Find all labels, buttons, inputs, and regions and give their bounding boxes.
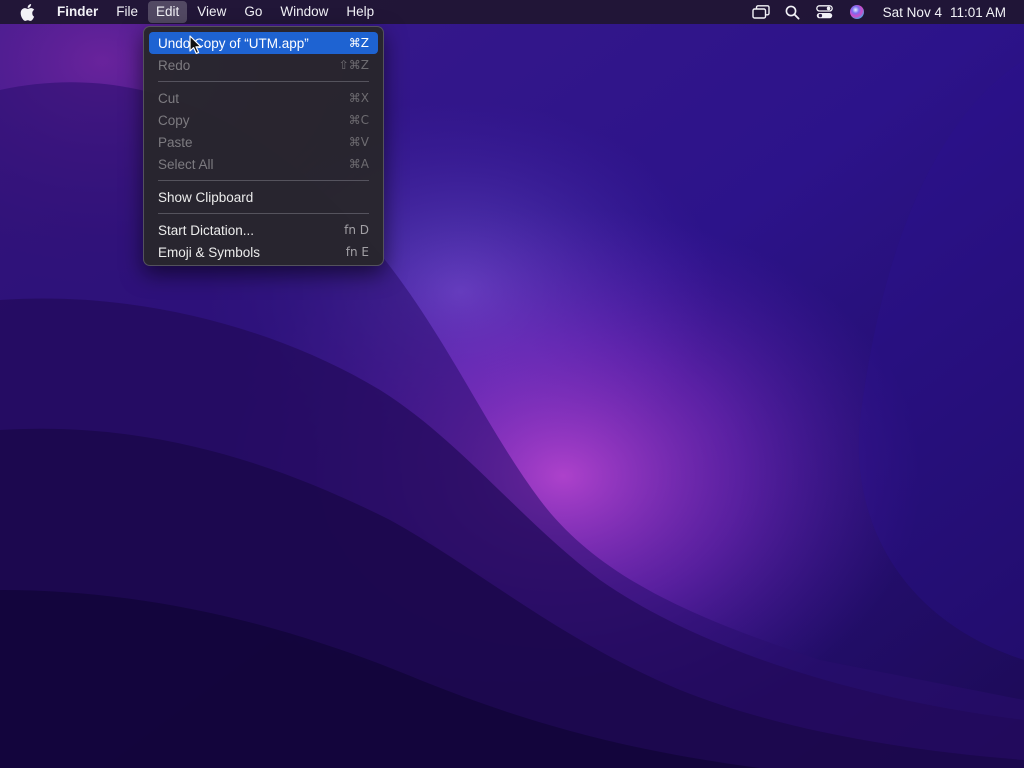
menu-item-label: Paste: [158, 134, 193, 150]
menu-item-paste[interactable]: Paste ⌘V: [149, 131, 378, 153]
menu-item-select-all[interactable]: Select All ⌘A: [149, 153, 378, 175]
time-label: 11:01 AM: [949, 4, 1006, 20]
menu-separator: [158, 213, 369, 214]
menu-separator: [158, 81, 369, 82]
menu-item-label: Show Clipboard: [158, 189, 254, 205]
siri-icon[interactable]: [841, 0, 873, 24]
menu-item-label: Redo: [158, 57, 191, 73]
menu-item-label: Copy: [158, 112, 190, 128]
menu-app-finder[interactable]: Finder: [49, 1, 106, 23]
menu-go[interactable]: Go: [236, 1, 270, 23]
menu-item-label: Emoji & Symbols: [158, 244, 261, 260]
menu-edit[interactable]: Edit: [148, 1, 188, 23]
menu-separator: [158, 180, 369, 181]
menu-item-shortcut: fn E: [345, 245, 369, 259]
menu-item-copy[interactable]: Copy ⌘C: [149, 109, 378, 131]
menu-bar: Finder File Edit View Go Window Help Sat…: [0, 0, 1024, 24]
control-center-icon[interactable]: [809, 0, 841, 24]
mouse-cursor-icon: [189, 35, 202, 54]
menu-item-start-dictation[interactable]: Start Dictation... fn D: [149, 219, 378, 241]
menu-item-shortcut: ⌘V: [348, 135, 369, 149]
menu-bar-left: Finder File Edit View Go Window Help: [0, 0, 383, 24]
menu-item-redo[interactable]: Redo ⇧⌘Z: [149, 54, 378, 76]
screen-mirroring-icon[interactable]: [745, 0, 777, 24]
menu-window[interactable]: Window: [272, 1, 336, 23]
menu-item-shortcut: ⌘A: [348, 157, 369, 171]
menu-item-shortcut: ⌘X: [348, 91, 369, 105]
menu-item-show-clipboard[interactable]: Show Clipboard: [149, 186, 378, 208]
menu-item-label: Select All: [158, 156, 214, 172]
menu-help[interactable]: Help: [338, 1, 382, 23]
menu-item-label: Undo Copy of “UTM.app”: [158, 35, 309, 51]
spotlight-search-icon[interactable]: [777, 0, 809, 24]
date-label: Sat Nov 4: [882, 4, 942, 20]
menu-item-shortcut: ⌘Z: [348, 36, 369, 50]
menu-item-shortcut: fn D: [344, 223, 369, 237]
menu-bar-clock[interactable]: Sat Nov 4 11:01 AM: [883, 5, 1006, 20]
menu-item-label: Start Dictation...: [158, 222, 255, 238]
menu-item-shortcut: ⌘C: [348, 113, 369, 127]
menu-bar-right: Sat Nov 4 11:01 AM: [745, 0, 1024, 24]
menu-item-cut[interactable]: Cut ⌘X: [149, 87, 378, 109]
menu-file[interactable]: File: [108, 1, 146, 23]
menu-item-undo[interactable]: Undo Copy of “UTM.app” ⌘Z: [149, 32, 378, 54]
menu-item-label: Cut: [158, 90, 180, 106]
edit-menu-dropdown: Undo Copy of “UTM.app” ⌘Z Redo ⇧⌘Z Cut ⌘…: [143, 26, 384, 266]
menu-view[interactable]: View: [189, 1, 234, 23]
menu-item-emoji-symbols[interactable]: Emoji & Symbols fn E: [149, 241, 378, 263]
menu-item-shortcut: ⇧⌘Z: [338, 58, 369, 72]
apple-icon[interactable]: [12, 0, 42, 24]
